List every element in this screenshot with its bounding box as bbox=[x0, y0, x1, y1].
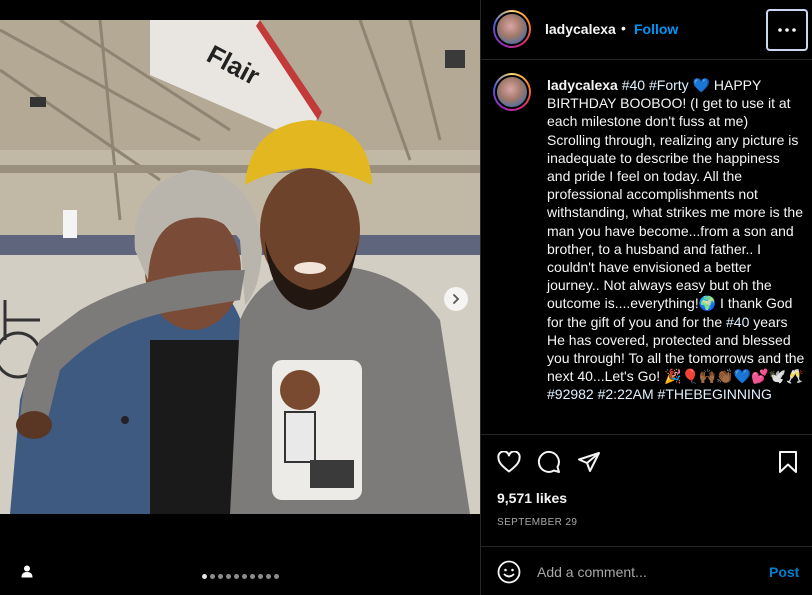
bookmark-icon bbox=[779, 451, 797, 473]
carousel-dot bbox=[201, 574, 207, 579]
share-icon bbox=[578, 452, 600, 472]
heart-icon bbox=[497, 451, 521, 473]
carousel-dot bbox=[265, 574, 271, 579]
comment-input[interactable] bbox=[537, 561, 757, 583]
comment-button[interactable] bbox=[536, 449, 562, 475]
hashtag-link[interactable]: #40 bbox=[726, 314, 749, 330]
action-bar: 9,571 likes SEPTEMBER 29 bbox=[481, 434, 812, 549]
carousel-dot bbox=[225, 574, 231, 579]
post-header: ladycalexa • Follow bbox=[481, 0, 812, 60]
comment-composer: Post bbox=[481, 546, 812, 595]
carousel-dot bbox=[249, 574, 255, 579]
like-button[interactable] bbox=[496, 449, 522, 475]
hashtag-link[interactable]: #THEBEGINNING bbox=[658, 386, 772, 402]
header-separator: • bbox=[621, 20, 626, 36]
post-comment-button[interactable]: Post bbox=[769, 564, 799, 580]
carousel-indicator bbox=[0, 574, 480, 579]
hashtag-link[interactable]: #92982 bbox=[547, 386, 594, 402]
caption-author-username[interactable]: ladycalexa bbox=[547, 77, 618, 93]
save-button[interactable] bbox=[775, 449, 801, 475]
caption-section: ladycalexa #40 #Forty 💙 HAPPY BIRTHDAY B… bbox=[481, 61, 812, 433]
more-options-button[interactable] bbox=[766, 9, 808, 51]
carousel-dot bbox=[273, 574, 279, 579]
caption-segment: 💙 HAPPY BIRTHDAY BOOBOO! (I get to use i… bbox=[547, 77, 803, 330]
post-media: Flair bbox=[0, 0, 480, 595]
more-horizontal-icon bbox=[778, 28, 796, 32]
emoji-button[interactable] bbox=[497, 560, 521, 584]
emoji-smile-icon bbox=[497, 560, 521, 584]
author-username[interactable]: ladycalexa bbox=[545, 21, 616, 37]
hashtag-link[interactable]: #Forty bbox=[649, 77, 689, 93]
carousel-dot bbox=[217, 574, 223, 579]
post-sidebar: ladycalexa • Follow ladycalexa #40 #Fort… bbox=[480, 0, 812, 595]
post-photo[interactable]: Flair bbox=[0, 20, 480, 514]
comment-icon bbox=[537, 450, 560, 473]
carousel-dot bbox=[233, 574, 239, 579]
post-date[interactable]: SEPTEMBER 29 bbox=[497, 517, 577, 528]
author-avatar[interactable] bbox=[493, 10, 531, 48]
carousel-next-button[interactable] bbox=[444, 287, 468, 311]
share-button[interactable] bbox=[576, 449, 602, 475]
caption-author-avatar[interactable] bbox=[493, 73, 531, 111]
caption-text: #40 #Forty 💙 HAPPY BIRTHDAY BOOBOO! (I g… bbox=[547, 77, 804, 402]
hashtag-link[interactable]: #40 bbox=[622, 77, 645, 93]
carousel-dot bbox=[241, 574, 247, 579]
hashtag-link[interactable]: #2:22AM bbox=[598, 386, 654, 402]
post-caption: ladycalexa #40 #Forty 💙 HAPPY BIRTHDAY B… bbox=[547, 76, 805, 404]
like-count[interactable]: 9,571 likes bbox=[497, 490, 567, 506]
chevron-right-icon bbox=[453, 294, 460, 304]
carousel-dot bbox=[209, 574, 215, 579]
carousel-dot bbox=[257, 574, 263, 579]
photo-illustration: Flair bbox=[0, 20, 480, 514]
follow-button[interactable]: Follow bbox=[634, 21, 678, 37]
